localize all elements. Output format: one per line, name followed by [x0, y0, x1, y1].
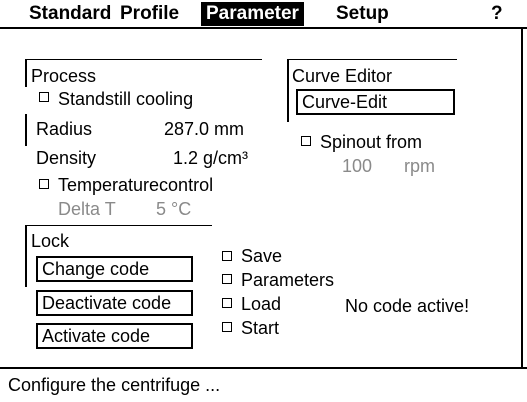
process-group-left-border	[25, 59, 27, 87]
density-value[interactable]: 1.2 g/cm³	[173, 148, 248, 168]
lock-start-label: Start	[241, 318, 280, 338]
lock-save-checkbox[interactable]	[222, 251, 232, 261]
lock-load-checkbox[interactable]	[222, 298, 232, 308]
help-button[interactable]: ?	[491, 3, 503, 25]
lock-parameters-label: Parameters	[241, 270, 335, 290]
lock-group-top-border	[25, 225, 212, 226]
radius-label: Radius	[36, 119, 93, 139]
activate-code-button[interactable]: Activate code	[36, 323, 193, 349]
change-code-button[interactable]: Change code	[36, 256, 193, 282]
spinout-label: Spinout from	[320, 132, 423, 152]
curve-editor-title: Curve Editor	[292, 66, 393, 86]
temperature-control-checkbox[interactable]	[39, 179, 49, 189]
curve-editor-left-border	[287, 59, 289, 122]
tab-profile[interactable]: Profile	[120, 3, 179, 25]
curve-editor-top-border	[287, 59, 457, 60]
spinout-value[interactable]: 100	[342, 156, 372, 176]
lock-status-text: No code active!	[345, 296, 470, 316]
lock-load-label: Load	[241, 294, 282, 314]
deactivate-code-button[interactable]: Deactivate code	[36, 290, 193, 316]
delta-t-value[interactable]: 5 °C	[156, 199, 191, 219]
tab-parameter[interactable]: Parameter	[201, 2, 304, 26]
delta-t-label: Delta T	[58, 199, 116, 219]
temperature-control-label: Temperaturecontrol	[58, 175, 214, 195]
panel-right-border	[521, 29, 523, 368]
tab-setup[interactable]: Setup	[336, 3, 389, 25]
standstill-cooling-label: Standstill cooling	[58, 89, 194, 109]
tab-bar: Standard Profile Parameter Setup ?	[0, 0, 527, 28]
radius-value[interactable]: 287.0 mm	[164, 119, 244, 139]
process-group-top-border	[25, 59, 262, 60]
standstill-cooling-checkbox[interactable]	[39, 92, 49, 102]
spinout-unit: rpm	[404, 156, 435, 176]
lock-group-title: Lock	[31, 231, 70, 251]
lock-save-label: Save	[241, 246, 283, 266]
curve-edit-button[interactable]: Curve-Edit	[296, 89, 455, 115]
process-group-title: Process	[31, 66, 97, 86]
status-bar-divider	[0, 367, 527, 369]
tab-standard[interactable]: Standard	[29, 3, 111, 25]
lock-parameters-checkbox[interactable]	[222, 274, 232, 284]
status-bar-text: Configure the centrifuge ...	[8, 375, 221, 395]
lock-group-left-border	[25, 225, 27, 287]
tab-bar-divider	[0, 27, 527, 29]
density-label: Density	[36, 148, 97, 168]
process-group-left-border-lower	[25, 114, 27, 146]
lock-start-checkbox[interactable]	[222, 322, 232, 332]
spinout-checkbox[interactable]	[301, 136, 311, 146]
